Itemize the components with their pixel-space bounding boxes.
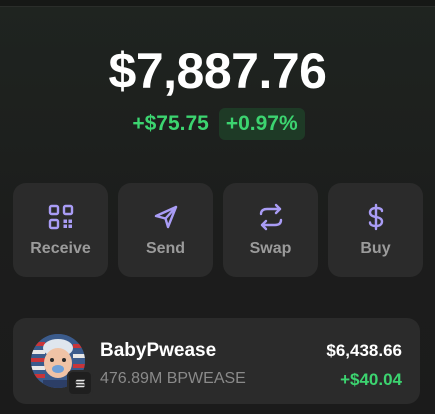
send-icon	[152, 203, 180, 231]
qr-code-icon	[47, 203, 75, 231]
swap-label: Swap	[249, 240, 292, 257]
token-value: $6,438.66	[326, 341, 402, 360]
buy-label: Buy	[360, 240, 391, 257]
swap-button[interactable]: Swap	[223, 183, 318, 277]
buy-button[interactable]: Buy	[328, 183, 423, 277]
token-change: +$40.04	[340, 370, 402, 389]
send-label: Send	[145, 240, 186, 257]
token-row[interactable]: BabyPwease 476.89M BPWEASE $6,438.66 +$4…	[13, 318, 420, 404]
top-divider	[0, 0, 435, 7]
dollar-icon	[362, 203, 390, 231]
token-amount: 476.89M BPWEASE	[100, 370, 246, 387]
balance-change-percent: +0.97%	[218, 108, 305, 140]
wallet-balance: $7,887.76	[108, 43, 327, 99]
send-button[interactable]: Send	[118, 183, 213, 277]
token-name: BabyPwease	[100, 340, 217, 361]
solana-icon	[67, 370, 93, 396]
swap-icon	[257, 203, 285, 231]
receive-button[interactable]: Receive	[13, 183, 108, 277]
balance-change-amount: +$75.75	[132, 112, 209, 135]
receive-label: Receive	[30, 240, 91, 257]
action-buttons: Receive Send Swap Buy	[13, 183, 423, 277]
balance-change-row: +$75.75 +0.97%	[0, 108, 435, 140]
